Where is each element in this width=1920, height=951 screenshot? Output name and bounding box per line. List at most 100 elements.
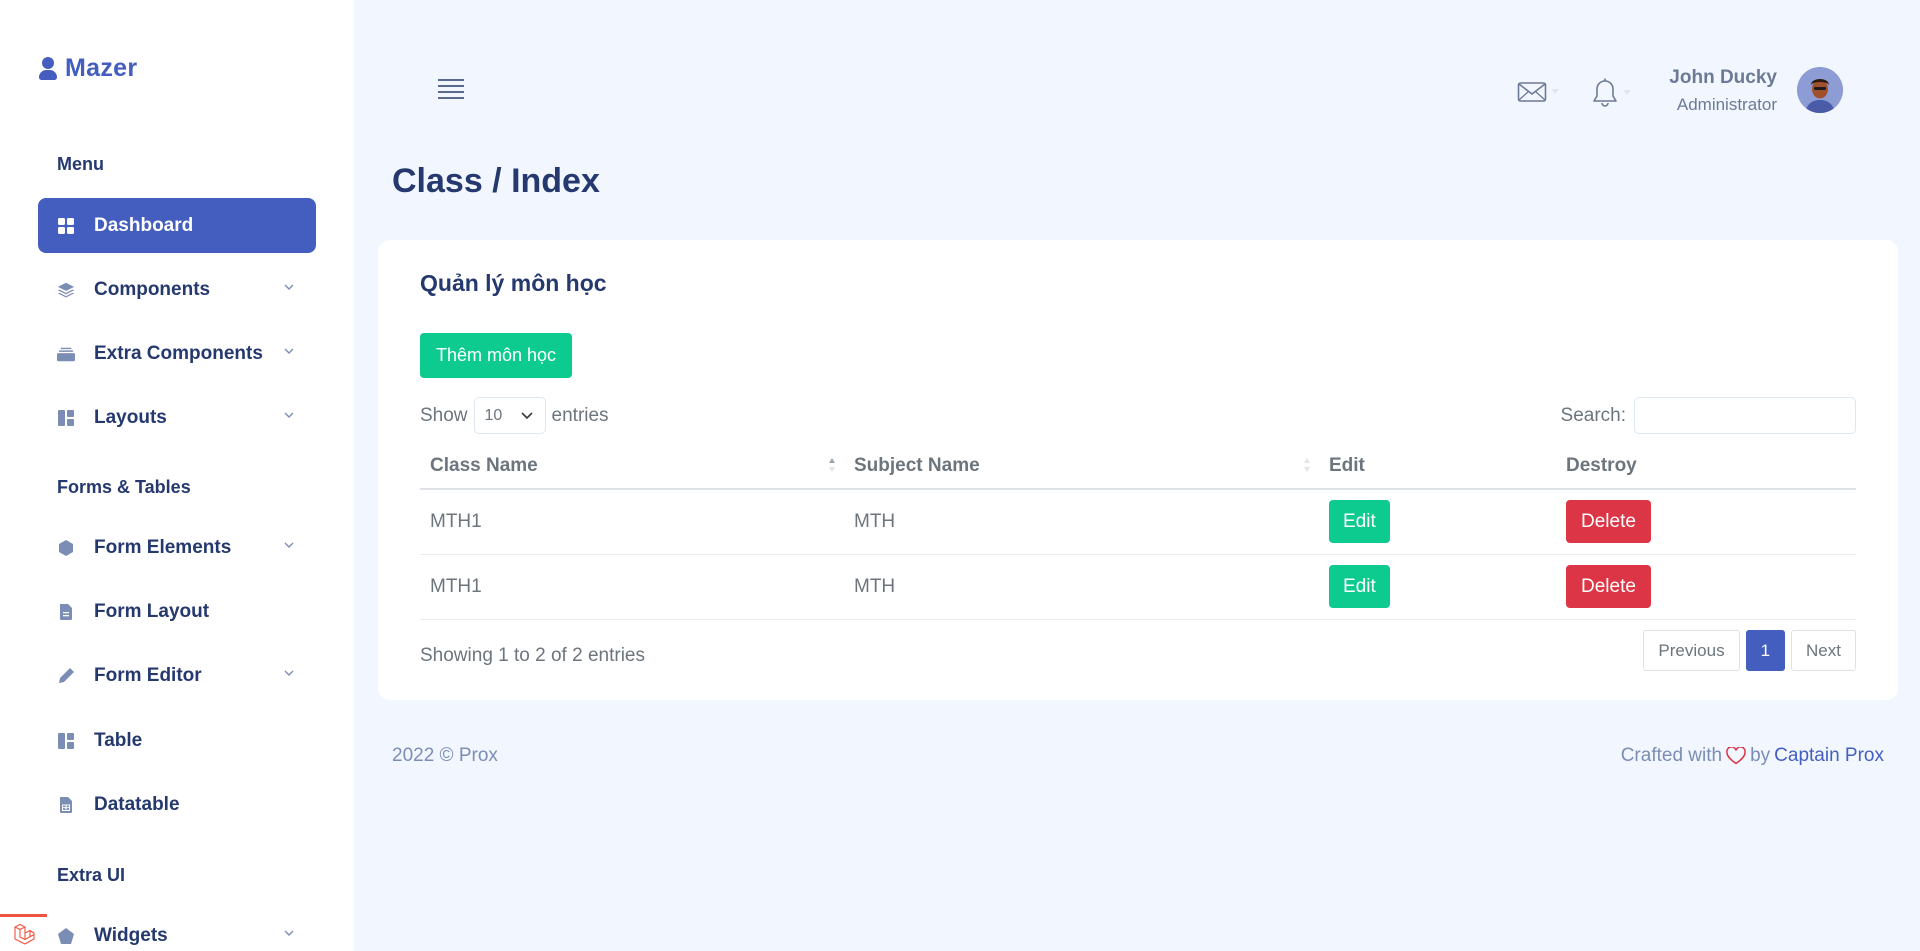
edit-button[interactable]: Edit: [1329, 500, 1390, 544]
sidebar-item-label: Extra Components: [94, 342, 263, 364]
sidebar-item-form-editor[interactable]: Form Editor: [38, 648, 316, 703]
sidebar-item-label: Form Elements: [94, 536, 232, 558]
column-header-label: Subject Name: [854, 454, 980, 476]
previous-page-button[interactable]: Previous: [1643, 630, 1740, 671]
user-name: John Ducky: [1669, 67, 1777, 88]
delete-button[interactable]: Delete: [1566, 565, 1651, 608]
sidebar-item-label: Layouts: [94, 406, 167, 428]
chevron-down-icon: [284, 284, 294, 290]
sidebar-item-form-elements[interactable]: Form Elements: [38, 520, 316, 575]
column-header-edit: Edit: [1319, 443, 1556, 490]
class-card: Quản lý môn học Thêm môn học Show 10 ent…: [378, 240, 1898, 700]
file-spreadsheet-icon: [57, 796, 75, 814]
stack-icon: [57, 281, 75, 299]
search-input[interactable]: [1634, 397, 1856, 434]
table-search: Search:: [1561, 397, 1856, 434]
menu-toggle-icon[interactable]: [438, 79, 464, 99]
cell-subject-name: MTH: [844, 489, 1319, 555]
edit-button[interactable]: Edit: [1329, 565, 1390, 608]
sidebar-section-title: Extra UI: [57, 865, 126, 885]
sidebar-item-extra-components[interactable]: Extra Components: [38, 326, 316, 381]
sidebar-item-label: Form Layout: [94, 600, 210, 622]
column-header-destroy: Destroy: [1556, 443, 1856, 490]
table-info: Showing 1 to 2 of 2 entries: [420, 645, 645, 666]
sort-icon: [1304, 458, 1310, 472]
sidebar-item-widgets[interactable]: Widgets: [38, 908, 316, 951]
file-text-icon: [57, 603, 75, 621]
sidebar-item-label: Datatable: [94, 793, 180, 815]
card-title: Quản lý môn học: [420, 270, 607, 296]
sidebar-item-dashboard[interactable]: Dashboard: [38, 198, 316, 253]
chevron-down-icon: [284, 542, 294, 548]
chevron-down-icon: [284, 930, 294, 936]
cell-subject-name: MTH: [844, 554, 1319, 620]
laravel-icon[interactable]: [0, 914, 47, 951]
envelope-icon: [1517, 82, 1547, 102]
sidebar-item-table[interactable]: Table: [38, 713, 316, 768]
column-header-subject-name[interactable]: Subject Name: [844, 443, 1319, 490]
cell-class-name: MTH1: [420, 489, 844, 555]
sidebar-item-datatable[interactable]: Datatable: [38, 777, 316, 832]
page-1-button[interactable]: 1: [1745, 630, 1786, 671]
pagination: Previous 1 Next: [1643, 630, 1856, 671]
layout-icon: [57, 409, 75, 427]
search-label: Search:: [1560, 404, 1626, 426]
collection-icon: [57, 345, 75, 363]
footer-author-link[interactable]: Captain Prox: [1774, 745, 1884, 767]
cell-destroy: Delete: [1556, 554, 1856, 620]
column-header-label: Class Name: [430, 454, 538, 476]
column-header-class-name[interactable]: Class Name: [420, 443, 844, 490]
bell-icon: [1593, 78, 1617, 107]
sort-icon: [829, 458, 835, 472]
person-icon: [39, 56, 57, 81]
chevron-down-icon: [520, 412, 533, 420]
caret-down-icon: [1551, 89, 1559, 94]
messages-dropdown[interactable]: [1517, 80, 1559, 104]
notifications-dropdown[interactable]: [1591, 78, 1631, 108]
caret-down-icon: [1623, 90, 1631, 95]
next-page-button[interactable]: Next: [1791, 630, 1856, 671]
class-table: Class Name Subject Name Edit Destroy MTH…: [420, 443, 1856, 620]
cell-class-name: MTH1: [420, 554, 844, 620]
sidebar-item-components[interactable]: Components: [38, 262, 316, 317]
sidebar-item-label: Dashboard: [94, 214, 194, 236]
show-label: Show: [420, 404, 468, 426]
sidebar: Mazer Menu Dashboard Components Extra Co…: [0, 0, 354, 951]
sidebar-section-title: Forms & Tables: [57, 477, 191, 497]
table-header-row: Class Name Subject Name Edit Destroy: [420, 443, 1856, 490]
entries-select-value: 10: [484, 406, 503, 424]
entries-select[interactable]: 10: [473, 397, 546, 434]
sidebar-item-layouts[interactable]: Layouts: [38, 390, 316, 445]
entries-label: entries: [551, 404, 609, 426]
sidebar-item-label: Form Editor: [94, 664, 202, 686]
pentagon-icon: [57, 927, 75, 945]
logo-text: Mazer: [65, 54, 138, 82]
table-row: MTH1 MTH Edit Delete: [420, 554, 1856, 620]
page-title: Class / Index: [392, 162, 600, 200]
delete-button[interactable]: Delete: [1566, 500, 1651, 544]
footer-by-text: by: [1750, 745, 1771, 766]
footer-credits: Crafted with by Captain Prox: [1621, 745, 1884, 767]
cell-destroy: Delete: [1556, 489, 1856, 555]
heart-icon: [1726, 747, 1746, 765]
table-row: MTH1 MTH Edit Delete: [420, 489, 1856, 555]
logo[interactable]: Mazer: [39, 54, 137, 83]
sidebar-item-label: Components: [94, 278, 211, 300]
sidebar-item-label: Table: [94, 729, 143, 751]
user-role: Administrator: [1676, 95, 1777, 114]
add-subject-button[interactable]: Thêm môn học: [420, 333, 573, 378]
pen-icon: [57, 667, 75, 685]
footer-copyright: 2022 © Prox: [392, 745, 498, 766]
user-menu[interactable]: John Ducky Administrator: [1669, 67, 1777, 115]
entries-length-control: Show 10 entries: [420, 397, 609, 434]
grid-icon: [57, 217, 75, 235]
cell-edit: Edit: [1319, 554, 1556, 620]
sidebar-item-form-layout[interactable]: Form Layout: [38, 584, 316, 639]
chevron-down-icon: [284, 670, 294, 676]
sidebar-section-title: Menu: [57, 154, 104, 174]
layout-icon: [57, 732, 75, 750]
footer-crafted-text: Crafted with: [1620, 745, 1723, 766]
chevron-down-icon: [284, 412, 294, 418]
avatar[interactable]: [1797, 67, 1843, 113]
chevron-down-icon: [284, 348, 294, 354]
